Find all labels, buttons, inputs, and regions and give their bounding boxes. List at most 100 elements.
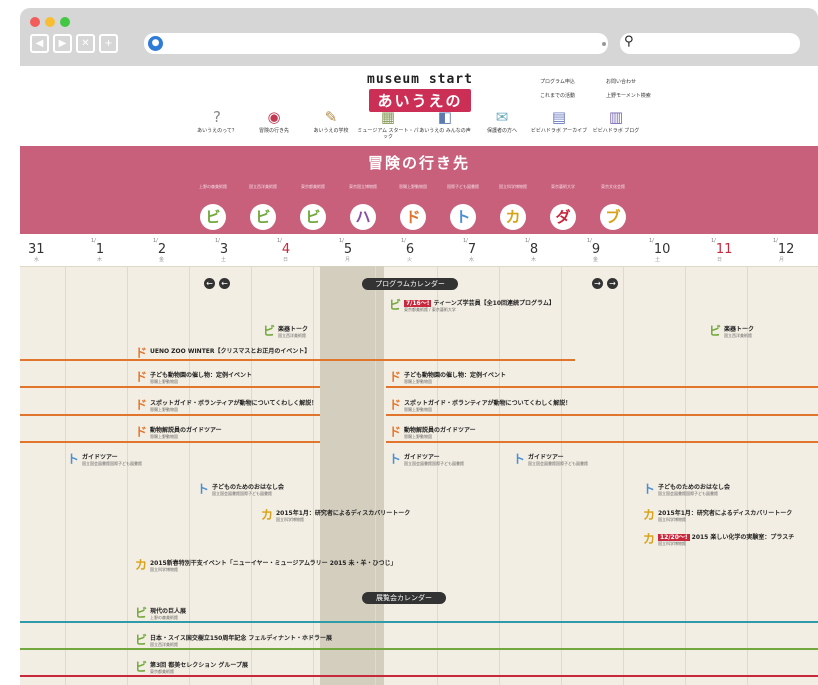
museum-icon: ト [512,452,525,466]
close-tab-button[interactable]: ✕ [76,34,95,53]
event-venue: 国立科学博物館 [658,541,686,546]
museum-button-science[interactable]: カ [500,204,526,230]
event-item[interactable]: ビ 楽器トーク 国立西洋美術館 [708,324,778,346]
museum-icon: カ [642,508,655,522]
museum-icon: ト [388,452,401,466]
pack-icon: ▦ [380,108,396,126]
museum-button-west-art-ueno[interactable]: ビ [200,204,226,230]
exhibition-calendar-title: 展覧会カレンダー [362,592,446,604]
event-item[interactable]: ド 動物解説員のガイドツアー 恩賜上野動物園 [134,425,314,445]
close-window-button[interactable] [30,17,40,27]
event-venue: 東京都美術館 / 東京藝術大学 [404,307,456,312]
header-link-search[interactable]: 上野モーメント検索 [606,92,651,99]
museum-label: 上野の森美術館 [199,184,227,189]
date-cell[interactable]: 1/4 日 [277,238,290,263]
date-cell[interactable]: 1/8 木 [525,238,538,263]
event-item[interactable]: ト ガイドツアー 国立国会図書館国際子ども図書館 [388,452,498,472]
event-item[interactable]: ト ガイドツアー 国立国会図書館国際子ども図書館 [66,452,176,472]
search-input[interactable]: ⚲ [620,33,800,54]
date-cell[interactable]: 1/11 日 [711,238,732,263]
compass-icon: ◉ [267,108,281,126]
date-cell[interactable]: 1/5 月 [339,238,352,263]
header-link-activities[interactable]: これまでの活動 [540,92,575,99]
new-tab-button[interactable]: + [99,34,118,53]
event-item[interactable]: ド スポットガイド・ボランティアが動物についてくわしく解説！ 恩賜上野動物園 [134,398,317,418]
date-cell[interactable]: 1/7 水 [463,238,476,263]
event-venue: 国立科学博物館 [276,517,304,522]
nav-item-label: あいうえの みんなの声 [419,128,471,134]
date-cell[interactable]: 31 水 [28,238,45,263]
museum-button-western-art[interactable]: ビ [250,204,276,230]
nav-item-label: あいうえの学校 [313,128,349,134]
header-link-contact[interactable]: お問い合わせ [606,78,636,85]
museum-label: 東京文化会館 [601,184,625,189]
question-icon: ? [213,108,221,126]
nav-item-archive[interactable]: ▤ ビビハドラボ アーカイブ [527,108,591,134]
museum-button-national-museum[interactable]: ハ [350,204,376,230]
back-button[interactable]: ◀ [30,34,49,53]
date-cell[interactable]: 1/3 土 [215,238,228,263]
event-item[interactable]: ド UENO ZOO WINTER【クリスマスとお正月のイベント】 [134,346,434,360]
event-venue: 国立国会図書館国際子ども図書館 [212,491,272,496]
event-title: ガイドツアー [404,454,440,461]
event-item[interactable]: ト ガイドツアー 国立国会図書館国際子ども図書館 [512,452,622,472]
event-item[interactable]: ビ 7/16〜! ティーンズ学芸員【全10回連続プログラム】 東京都美術館 / 東… [388,298,628,320]
date-cell[interactable]: 1/6 火 [401,238,414,263]
event-item[interactable]: ト 子どものためのおはなし会 国立国会図書館国際子ども図書館 [642,482,762,502]
event-item[interactable]: カ 2015新春特別干支イベント「ニューイヤー・ミュージアムラリー 2015 未… [134,558,454,578]
exhibition-item[interactable]: ビ 第3回 都美セレクション グループ展 東京都美術館 [134,660,334,680]
date-cell[interactable]: 1/10 土 [649,238,670,263]
museum-button-geidai[interactable]: ダ [550,204,576,230]
event-item[interactable]: カ 2015年1月：研究者によるディスカバリートーク 国立科学博物館 [642,508,802,528]
maximize-window-button[interactable] [60,17,70,27]
event-venue: 恩賜上野動物園 [404,407,432,412]
exhibition-title: 日本・スイス国交樹立150周年記念 フェルディナント・ホドラー展 [150,635,333,642]
museum-button-bunka[interactable]: ブ [600,204,626,230]
nav-item-about[interactable]: ? あいうえのって？ [185,108,249,134]
event-title: 子ども動物園の催し物：定例イベント [150,372,253,379]
nav-item-label: ミュージアム スタート・パック [357,128,419,140]
date-cell[interactable]: 1/9 金 [587,238,600,263]
museum-icon: ド [388,370,401,384]
museum-button-tokyo-metro-art[interactable]: ビ [300,204,326,230]
nav-item-school[interactable]: ✎ あいうえの学校 [299,108,363,134]
event-venue: 恩賜上野動物園 [150,379,178,384]
event-venue: 国立国会図書館国際子ども図書館 [658,491,718,496]
prev-arrow-button[interactable]: ← [204,278,215,289]
event-title: ガイドツアー [82,454,118,461]
museum-icon: ド [134,370,147,384]
museum-label: 東京国立博物館 [349,184,377,189]
event-item[interactable]: カ 2015年1月：研究者によるディスカバリートーク 国立科学博物館 [260,508,420,528]
exhibition-item[interactable]: ビ 現代の巨人展 上野の森美術館 [134,606,254,626]
nav-item-voices[interactable]: ◧ あいうえの みんなの声 [413,108,477,134]
event-item[interactable]: ド スポットガイド・ボランティアが動物についてくわしく解説！ 恩賜上野動物園 [388,398,571,418]
date-cell[interactable]: 1/2 金 [153,238,166,263]
nav-item-parents[interactable]: ✉ 保護者の方へ [470,108,534,134]
museum-button-zoo[interactable]: ド [400,204,426,230]
event-item[interactable]: ド 動物解説員のガイドツアー 恩賜上野動物園 [388,425,568,445]
event-item[interactable]: カ 12/20〜! 2015 楽しい化学の実験室：プラスチ 国立科学博物館 [642,532,818,552]
nav-item-destinations[interactable]: ◉ 冒険の行き先 [242,108,306,134]
nav-item-blog[interactable]: ▥ ビビハドラボ ブログ [584,108,648,134]
header-link-program-apply[interactable]: プログラム申込 [540,78,575,85]
next-arrow-button[interactable]: → [592,278,603,289]
event-item[interactable]: ド 子ども動物園の催し物：定例イベント 恩賜上野動物園 [388,370,568,390]
forward-button[interactable]: ▶ [53,34,72,53]
site-logo[interactable]: museum start あいうえの [355,72,485,112]
event-venue: 恩賜上野動物園 [404,434,432,439]
nav-item-start-pack[interactable]: ▦ ミュージアム スタート・パック [356,108,420,140]
museum-button-library[interactable]: ト [450,204,476,230]
next-arrow-button-2[interactable]: → [607,278,618,289]
date-cell[interactable]: 1/12 月 [773,238,794,263]
event-item[interactable]: ビ 楽器トーク 国立西洋美術館 [262,324,332,346]
event-title: 楽器トーク [724,326,755,333]
event-venue: 恩賜上野動物園 [150,434,178,439]
exhibition-item[interactable]: ビ 日本・スイス国交樹立150周年記念 フェルディナント・ホドラー展 国立西洋美… [134,633,434,653]
nav-item-label: 保護者の方へ [486,128,517,134]
prev-arrow-button-2[interactable]: ← [219,278,230,289]
event-item[interactable]: ド 子ども動物園の催し物：定例イベント 恩賜上野動物園 [134,370,314,390]
event-item[interactable]: ト 子どものためのおはなし会 国立国会図書館国際子ども図書館 [196,482,316,502]
date-cell[interactable]: 1/1 木 [91,238,104,263]
address-bar[interactable]: ● [144,33,608,54]
minimize-window-button[interactable] [45,17,55,27]
